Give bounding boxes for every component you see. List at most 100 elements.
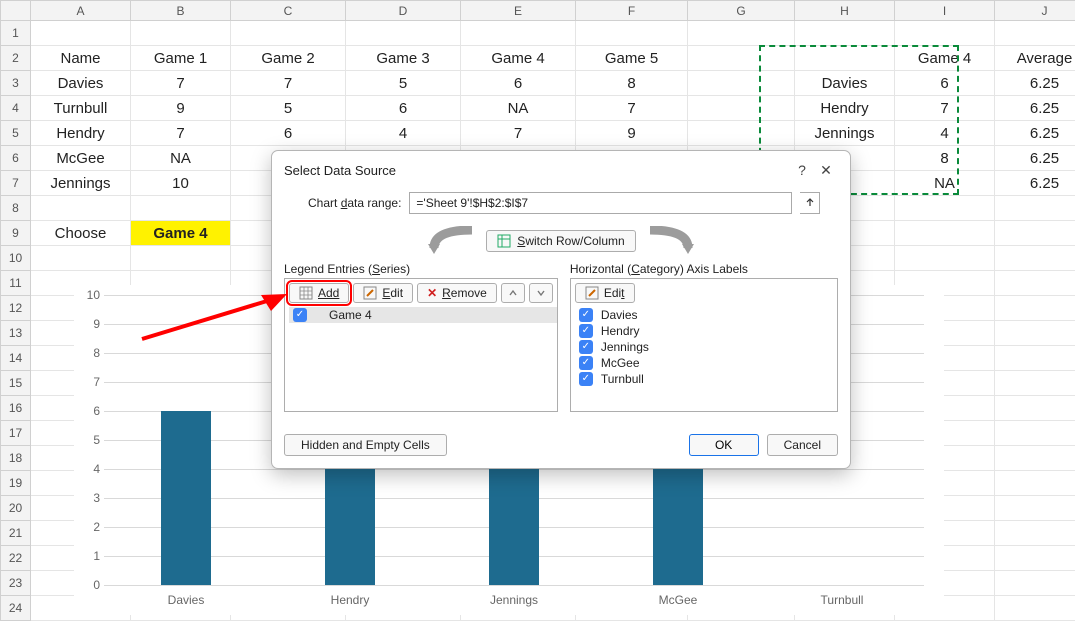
row-header[interactable]: 3 [1, 71, 31, 96]
row-header[interactable]: 21 [1, 521, 31, 546]
cell[interactable] [31, 246, 131, 271]
cell[interactable]: Turnbull [31, 96, 131, 121]
row-header[interactable]: 6 [1, 146, 31, 171]
row-header[interactable]: 16 [1, 396, 31, 421]
cell[interactable] [995, 546, 1075, 571]
cell[interactable] [995, 196, 1075, 221]
row-header[interactable]: 11 [1, 271, 31, 296]
row-header[interactable]: 12 [1, 296, 31, 321]
col-header[interactable]: G [688, 1, 795, 21]
cell[interactable]: Average [995, 46, 1075, 71]
checkbox-icon[interactable]: ✓ [579, 356, 593, 370]
row-header[interactable]: 1 [1, 21, 31, 46]
cell[interactable] [231, 21, 346, 46]
cell[interactable]: McGee [31, 146, 131, 171]
series-item[interactable]: ✓Game 4 [289, 307, 557, 323]
cell[interactable]: 6.25 [995, 71, 1075, 96]
row-header[interactable]: 20 [1, 496, 31, 521]
cancel-button[interactable]: Cancel [767, 434, 838, 456]
add-series-button[interactable]: Add [289, 283, 349, 303]
chart-bar[interactable] [161, 411, 211, 585]
cell[interactable] [131, 246, 231, 271]
cell[interactable] [688, 46, 795, 71]
cell[interactable]: 5 [231, 96, 346, 121]
chart-data-range-input[interactable]: ='Sheet 9'!$H$2:$I$7 [409, 192, 792, 214]
cell[interactable]: 6.25 [995, 96, 1075, 121]
collapse-range-icon[interactable] [800, 192, 820, 214]
cell[interactable] [31, 196, 131, 221]
cell[interactable]: Name [31, 46, 131, 71]
cell[interactable]: NA [895, 171, 995, 196]
cell[interactable]: 7 [576, 96, 688, 121]
col-header[interactable]: A [31, 1, 131, 21]
row-header[interactable]: 24 [1, 596, 31, 621]
cell[interactable]: Game 5 [576, 46, 688, 71]
cell[interactable]: NA [461, 96, 576, 121]
edit-series-button[interactable]: Edit [353, 283, 413, 303]
cell[interactable] [995, 596, 1075, 621]
category-list[interactable]: ✓Davies✓Hendry✓Jennings✓McGee✓Turnbull [571, 307, 837, 411]
cell[interactable] [688, 96, 795, 121]
cell[interactable]: Game 4 [131, 221, 231, 246]
cell[interactable]: 6 [461, 71, 576, 96]
chart-bar[interactable] [489, 469, 539, 585]
cell[interactable] [995, 321, 1075, 346]
cell[interactable] [895, 246, 995, 271]
cell[interactable] [688, 71, 795, 96]
cell[interactable]: 6.25 [995, 146, 1075, 171]
cell[interactable]: Choose [31, 221, 131, 246]
cell[interactable]: 8 [576, 71, 688, 96]
cell[interactable]: Jennings [795, 121, 895, 146]
cell[interactable]: 4 [346, 121, 461, 146]
cell[interactable]: 7 [231, 71, 346, 96]
cell[interactable]: 9 [576, 121, 688, 146]
cell[interactable] [131, 21, 231, 46]
hidden-empty-cells-button[interactable]: Hidden and Empty Cells [284, 434, 447, 456]
move-series-up-button[interactable] [501, 283, 525, 303]
row-header[interactable]: 9 [1, 221, 31, 246]
cell[interactable]: 5 [346, 71, 461, 96]
cell[interactable]: 7 [461, 121, 576, 146]
cell[interactable] [795, 21, 895, 46]
cell[interactable] [995, 221, 1075, 246]
col-header[interactable]: C [231, 1, 346, 21]
cell[interactable] [895, 196, 995, 221]
cell[interactable] [995, 396, 1075, 421]
switch-row-column-button[interactable]: Switch Row/Column [486, 230, 635, 252]
cell[interactable]: Hendry [795, 96, 895, 121]
cell[interactable]: 7 [131, 71, 231, 96]
checkbox-icon[interactable]: ✓ [579, 340, 593, 354]
move-series-down-button[interactable] [529, 283, 553, 303]
cell[interactable] [461, 21, 576, 46]
cell[interactable]: Game 3 [346, 46, 461, 71]
col-header[interactable]: J [995, 1, 1075, 21]
cell[interactable] [995, 371, 1075, 396]
cell[interactable]: 7 [131, 121, 231, 146]
row-header[interactable]: 8 [1, 196, 31, 221]
cell[interactable]: Davies [795, 71, 895, 96]
cell[interactable]: 6 [346, 96, 461, 121]
col-header[interactable]: D [346, 1, 461, 21]
cell[interactable] [995, 421, 1075, 446]
checkbox-icon[interactable]: ✓ [293, 308, 307, 322]
cell[interactable]: Davies [31, 71, 131, 96]
dialog-help-icon[interactable]: ? [790, 160, 814, 180]
cell[interactable] [346, 21, 461, 46]
cell[interactable] [995, 496, 1075, 521]
category-item[interactable]: ✓Hendry [575, 323, 837, 339]
category-item[interactable]: ✓McGee [575, 355, 837, 371]
ok-button[interactable]: OK [689, 434, 759, 456]
checkbox-icon[interactable]: ✓ [579, 372, 593, 386]
cell[interactable] [688, 21, 795, 46]
row-header[interactable]: 5 [1, 121, 31, 146]
category-item[interactable]: ✓Jennings [575, 339, 837, 355]
edit-axis-labels-button[interactable]: Edit [575, 283, 635, 303]
row-header[interactable]: 7 [1, 171, 31, 196]
row-header[interactable]: 22 [1, 546, 31, 571]
cell[interactable] [995, 446, 1075, 471]
col-header[interactable]: I [895, 1, 995, 21]
cell[interactable] [31, 21, 131, 46]
checkbox-icon[interactable]: ✓ [579, 308, 593, 322]
cell[interactable] [895, 21, 995, 46]
cell[interactable]: 6.25 [995, 121, 1075, 146]
